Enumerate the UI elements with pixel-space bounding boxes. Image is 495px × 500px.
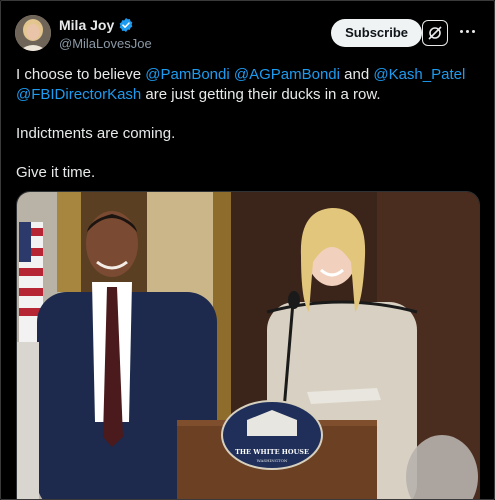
text-segment: I choose to believe [16,66,146,83]
post-photo[interactable]: THE WHITE HOUSE WASHINGTON [16,191,480,499]
photo-scene: THE WHITE HOUSE WASHINGTON [17,192,479,499]
post-text: I choose to believe @PamBondi @AGPamBond… [16,65,481,202]
paragraph-1: I choose to believe @PamBondi @AGPamBond… [16,65,481,105]
display-name[interactable]: Mila Joy [59,17,114,33]
post-header: Mila Joy @MilaLovesJoe Subscribe [15,15,482,55]
mention-agpambondi[interactable]: @AGPamBondi [234,66,340,83]
avatar[interactable] [15,15,51,51]
grok-icon[interactable] [422,20,448,46]
user-handle[interactable]: @MilaLovesJoe [59,36,152,51]
text-segment: are just getting their ducks in a row. [141,86,381,103]
text-segment: and [339,66,374,83]
mention-fbidirectorkash[interactable]: @FBIDirectorKash [16,86,141,103]
edge-person [17,342,39,499]
verified-badge-icon [118,17,134,33]
paragraph-2: Indictments are coming. [16,125,176,142]
mention-kash-patel[interactable]: @Kash_Patel [373,66,465,83]
more-horizontal-icon[interactable] [456,23,478,39]
post-card: Mila Joy @MilaLovesJoe Subscribe I choos… [0,0,495,500]
name-row: Mila Joy [59,17,134,33]
subscribe-button[interactable]: Subscribe [331,19,422,47]
paragraph-3: Give it time. [16,164,96,181]
mention-pambondi[interactable]: @PamBondi [145,66,229,83]
podium-seal-subtext: WASHINGTON [257,458,288,463]
podium-seal-text: THE WHITE HOUSE [235,448,309,456]
